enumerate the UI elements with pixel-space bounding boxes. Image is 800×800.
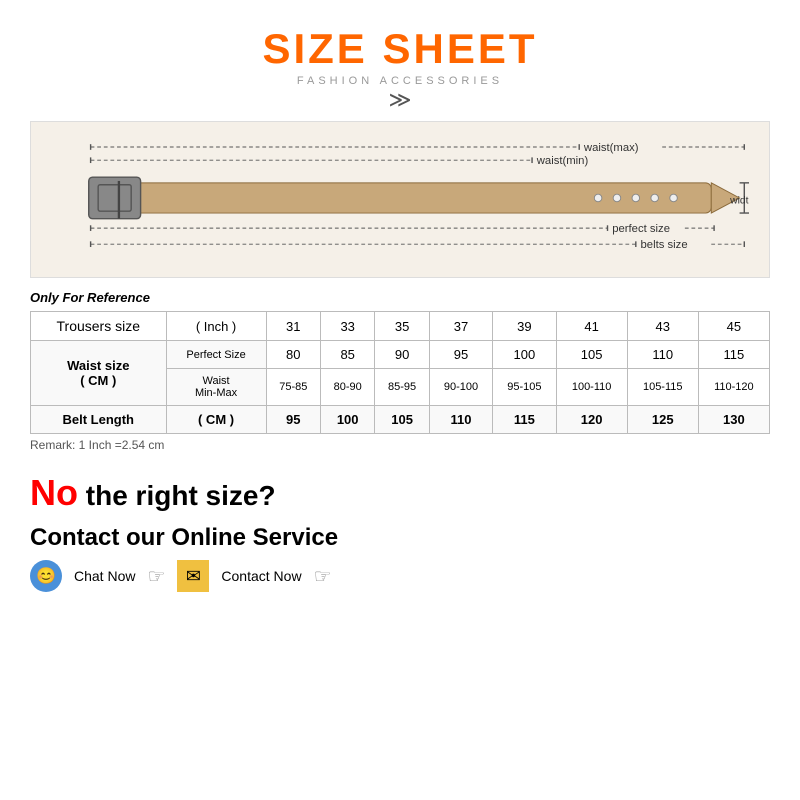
belt-length-row: Belt Length ( CM ) 95 100 105 110 115 12…	[31, 406, 770, 434]
belt-95: 95	[266, 406, 320, 434]
mm-110-120: 110-120	[698, 369, 769, 406]
page-title: SIZE SHEET	[262, 25, 537, 73]
contact-now-label[interactable]: Contact Now	[221, 568, 301, 584]
remark-text: Remark: 1 Inch =2.54 cm	[30, 438, 770, 452]
perfect-85: 85	[320, 341, 374, 369]
belt-110: 110	[429, 406, 492, 434]
svg-text:waist(min): waist(min)	[536, 155, 589, 167]
belt-cm-label: ( CM )	[166, 406, 266, 434]
hand-icon-1: ☞	[147, 564, 165, 589]
perfect-size-row: Waist size( CM ) Perfect Size 80 85 90 9…	[31, 341, 770, 369]
size-table: Trousers size ( Inch ) 31 33 35 37 39 41…	[30, 311, 770, 434]
trousers-size-label: Trousers size	[31, 312, 167, 341]
reference-note: Only For Reference	[30, 290, 770, 305]
contact-line: Contact our Online Service	[30, 524, 770, 552]
perfect-95: 95	[429, 341, 492, 369]
mm-75-85: 75-85	[266, 369, 320, 406]
waist-size-label: Waist size( CM )	[31, 341, 167, 406]
size-43: 43	[627, 312, 698, 341]
belt-105: 105	[375, 406, 429, 434]
size-45: 45	[698, 312, 769, 341]
table-header-row: Trousers size ( Inch ) 31 33 35 37 39 41…	[31, 312, 770, 341]
mm-105-115: 105-115	[627, 369, 698, 406]
belt-length-label: Belt Length	[31, 406, 167, 434]
mm-95-105: 95-105	[493, 369, 556, 406]
perfect-80: 80	[266, 341, 320, 369]
size-33: 33	[320, 312, 374, 341]
perfect-size-label: Perfect Size	[166, 341, 266, 369]
mm-90-100: 90-100	[429, 369, 492, 406]
svg-text:waist(max): waist(max)	[583, 142, 639, 154]
right-size-text: the right size?	[86, 480, 276, 511]
size-35: 35	[375, 312, 429, 341]
inch-label: ( Inch )	[166, 312, 266, 341]
page: SIZE SHEET FASHION ACCESSORIES ≫ waist(m…	[0, 0, 800, 800]
perfect-105: 105	[556, 341, 627, 369]
svg-text:belts size: belts size	[641, 239, 688, 251]
contact-icons: 😊 Chat Now ☞ ✉ Contact Now ☞	[30, 560, 770, 592]
envelope-icon: ✉	[177, 560, 209, 592]
belt-diagram: waist(max) waist(min) width perfect size	[30, 121, 770, 278]
mm-100-110: 100-110	[556, 369, 627, 406]
svg-text:width: width	[729, 196, 749, 207]
size-37: 37	[429, 312, 492, 341]
perfect-115: 115	[698, 341, 769, 369]
perfect-110: 110	[627, 341, 698, 369]
svg-text:perfect size: perfect size	[612, 223, 670, 235]
size-41: 41	[556, 312, 627, 341]
belt-diagram-svg: waist(max) waist(min) width perfect size	[51, 132, 749, 262]
no-size-text: No the right size?	[30, 472, 770, 514]
hand-icon-2: ☞	[314, 564, 332, 589]
belt-115: 115	[493, 406, 556, 434]
min-max-label: WaistMin-Max	[166, 369, 266, 406]
contact-label: Contact our Online Service	[30, 524, 338, 552]
mm-80-90: 80-90	[320, 369, 374, 406]
belt-130: 130	[698, 406, 769, 434]
chat-now-label[interactable]: Chat Now	[74, 568, 135, 584]
perfect-90: 90	[375, 341, 429, 369]
chat-icon: 😊	[30, 560, 62, 592]
page-subtitle: FASHION ACCESSORIES	[297, 75, 503, 87]
belt-125: 125	[627, 406, 698, 434]
chevron-icon: ≫	[388, 89, 411, 111]
size-39: 39	[493, 312, 556, 341]
size-31: 31	[266, 312, 320, 341]
no-label: No	[30, 472, 78, 513]
belt-100: 100	[320, 406, 374, 434]
perfect-100: 100	[493, 341, 556, 369]
mm-85-95: 85-95	[375, 369, 429, 406]
belt-120: 120	[556, 406, 627, 434]
no-size-section: No the right size? Contact our Online Se…	[30, 472, 770, 592]
